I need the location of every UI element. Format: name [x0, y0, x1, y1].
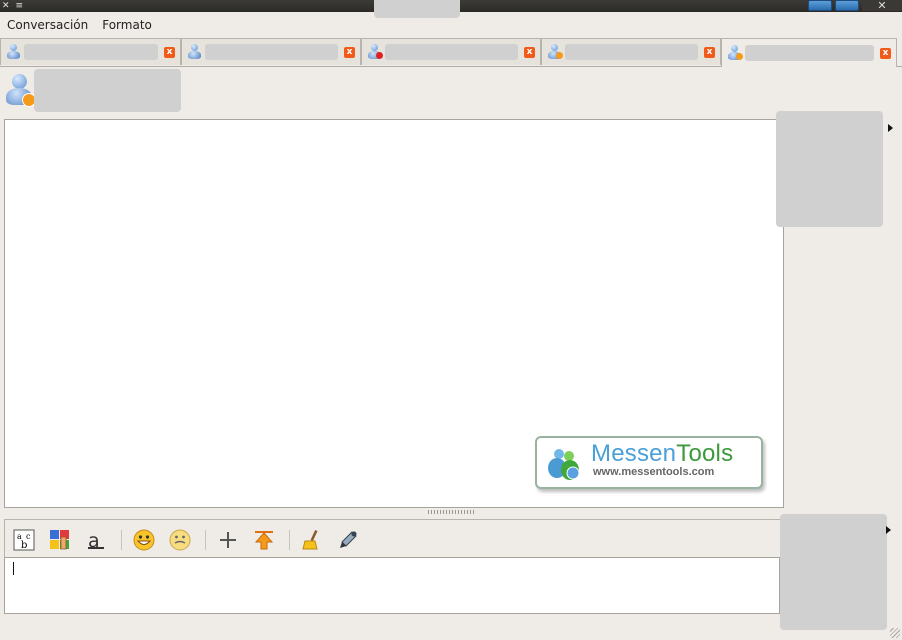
contact-display-name	[34, 69, 181, 112]
user-away-icon	[546, 44, 563, 60]
tab-conversation-4[interactable]: x	[541, 38, 721, 65]
clear-conversation-icon[interactable]	[301, 529, 323, 551]
window-options-icon[interactable]: ≡	[16, 0, 24, 12]
contact-status-icon	[6, 74, 36, 108]
menu-conversacion[interactable]: Conversación	[0, 18, 95, 32]
user-away-icon	[726, 45, 743, 61]
conversation-tabs: x x x x x	[0, 38, 902, 67]
wink-icon[interactable]	[169, 529, 191, 551]
invite-icon[interactable]	[217, 529, 239, 551]
messentools-watermark: MessenTools www.messentools.com	[535, 436, 763, 489]
tab-conversation-1[interactable]: x	[0, 38, 181, 65]
expand-arrow-icon[interactable]	[886, 526, 891, 534]
format-toolbar: acb a	[4, 519, 782, 558]
watermark-brand: MessenTools	[591, 440, 734, 467]
messenger-buddies-icon	[547, 446, 581, 480]
tab-label	[24, 44, 158, 60]
color-picker-icon[interactable]	[337, 529, 359, 551]
send-file-icon[interactable]	[253, 529, 275, 551]
tab-close-icon[interactable]: x	[704, 46, 715, 58]
window-menu-icon[interactable]: ✕	[2, 0, 10, 12]
tab-conversation-3[interactable]: x	[361, 38, 541, 65]
resize-grip-icon[interactable]	[890, 628, 900, 638]
message-input[interactable]	[4, 557, 780, 614]
font-icon[interactable]: acb	[13, 529, 35, 551]
tab-label	[205, 44, 338, 60]
text-caret	[13, 562, 14, 575]
close-button[interactable]: ✕	[862, 0, 902, 11]
font-color-icon[interactable]	[49, 529, 71, 551]
user-online-icon	[186, 44, 202, 60]
font-style-icon[interactable]: a	[85, 529, 107, 551]
own-display-picture[interactable]	[780, 514, 887, 630]
user-online-icon	[5, 44, 21, 60]
emoticon-icon[interactable]	[133, 529, 155, 551]
tab-label	[385, 44, 518, 60]
menu-bar: Conversación Formato	[0, 14, 902, 36]
tab-label	[565, 44, 698, 60]
tab-label	[745, 45, 874, 61]
watermark-url: www.messentools.com	[593, 466, 715, 478]
user-busy-icon	[366, 44, 383, 60]
tab-conversation-5[interactable]: x	[721, 38, 897, 67]
tab-close-icon[interactable]: x	[344, 46, 355, 58]
tab-conversation-2[interactable]: x	[181, 38, 361, 65]
minimize-button[interactable]	[808, 0, 832, 11]
pane-splitter[interactable]	[428, 510, 474, 514]
tab-close-icon[interactable]: x	[524, 46, 535, 58]
window-titlebar: ✕ ≡ ✕	[0, 0, 902, 18]
expand-arrow-icon[interactable]	[888, 124, 893, 132]
contact-display-picture[interactable]	[776, 111, 883, 227]
tab-close-icon[interactable]: x	[164, 46, 175, 58]
maximize-button[interactable]	[835, 0, 859, 11]
tab-close-icon[interactable]: x	[880, 47, 891, 59]
svg-text:b: b	[21, 540, 27, 551]
menu-formato[interactable]: Formato	[95, 18, 159, 32]
